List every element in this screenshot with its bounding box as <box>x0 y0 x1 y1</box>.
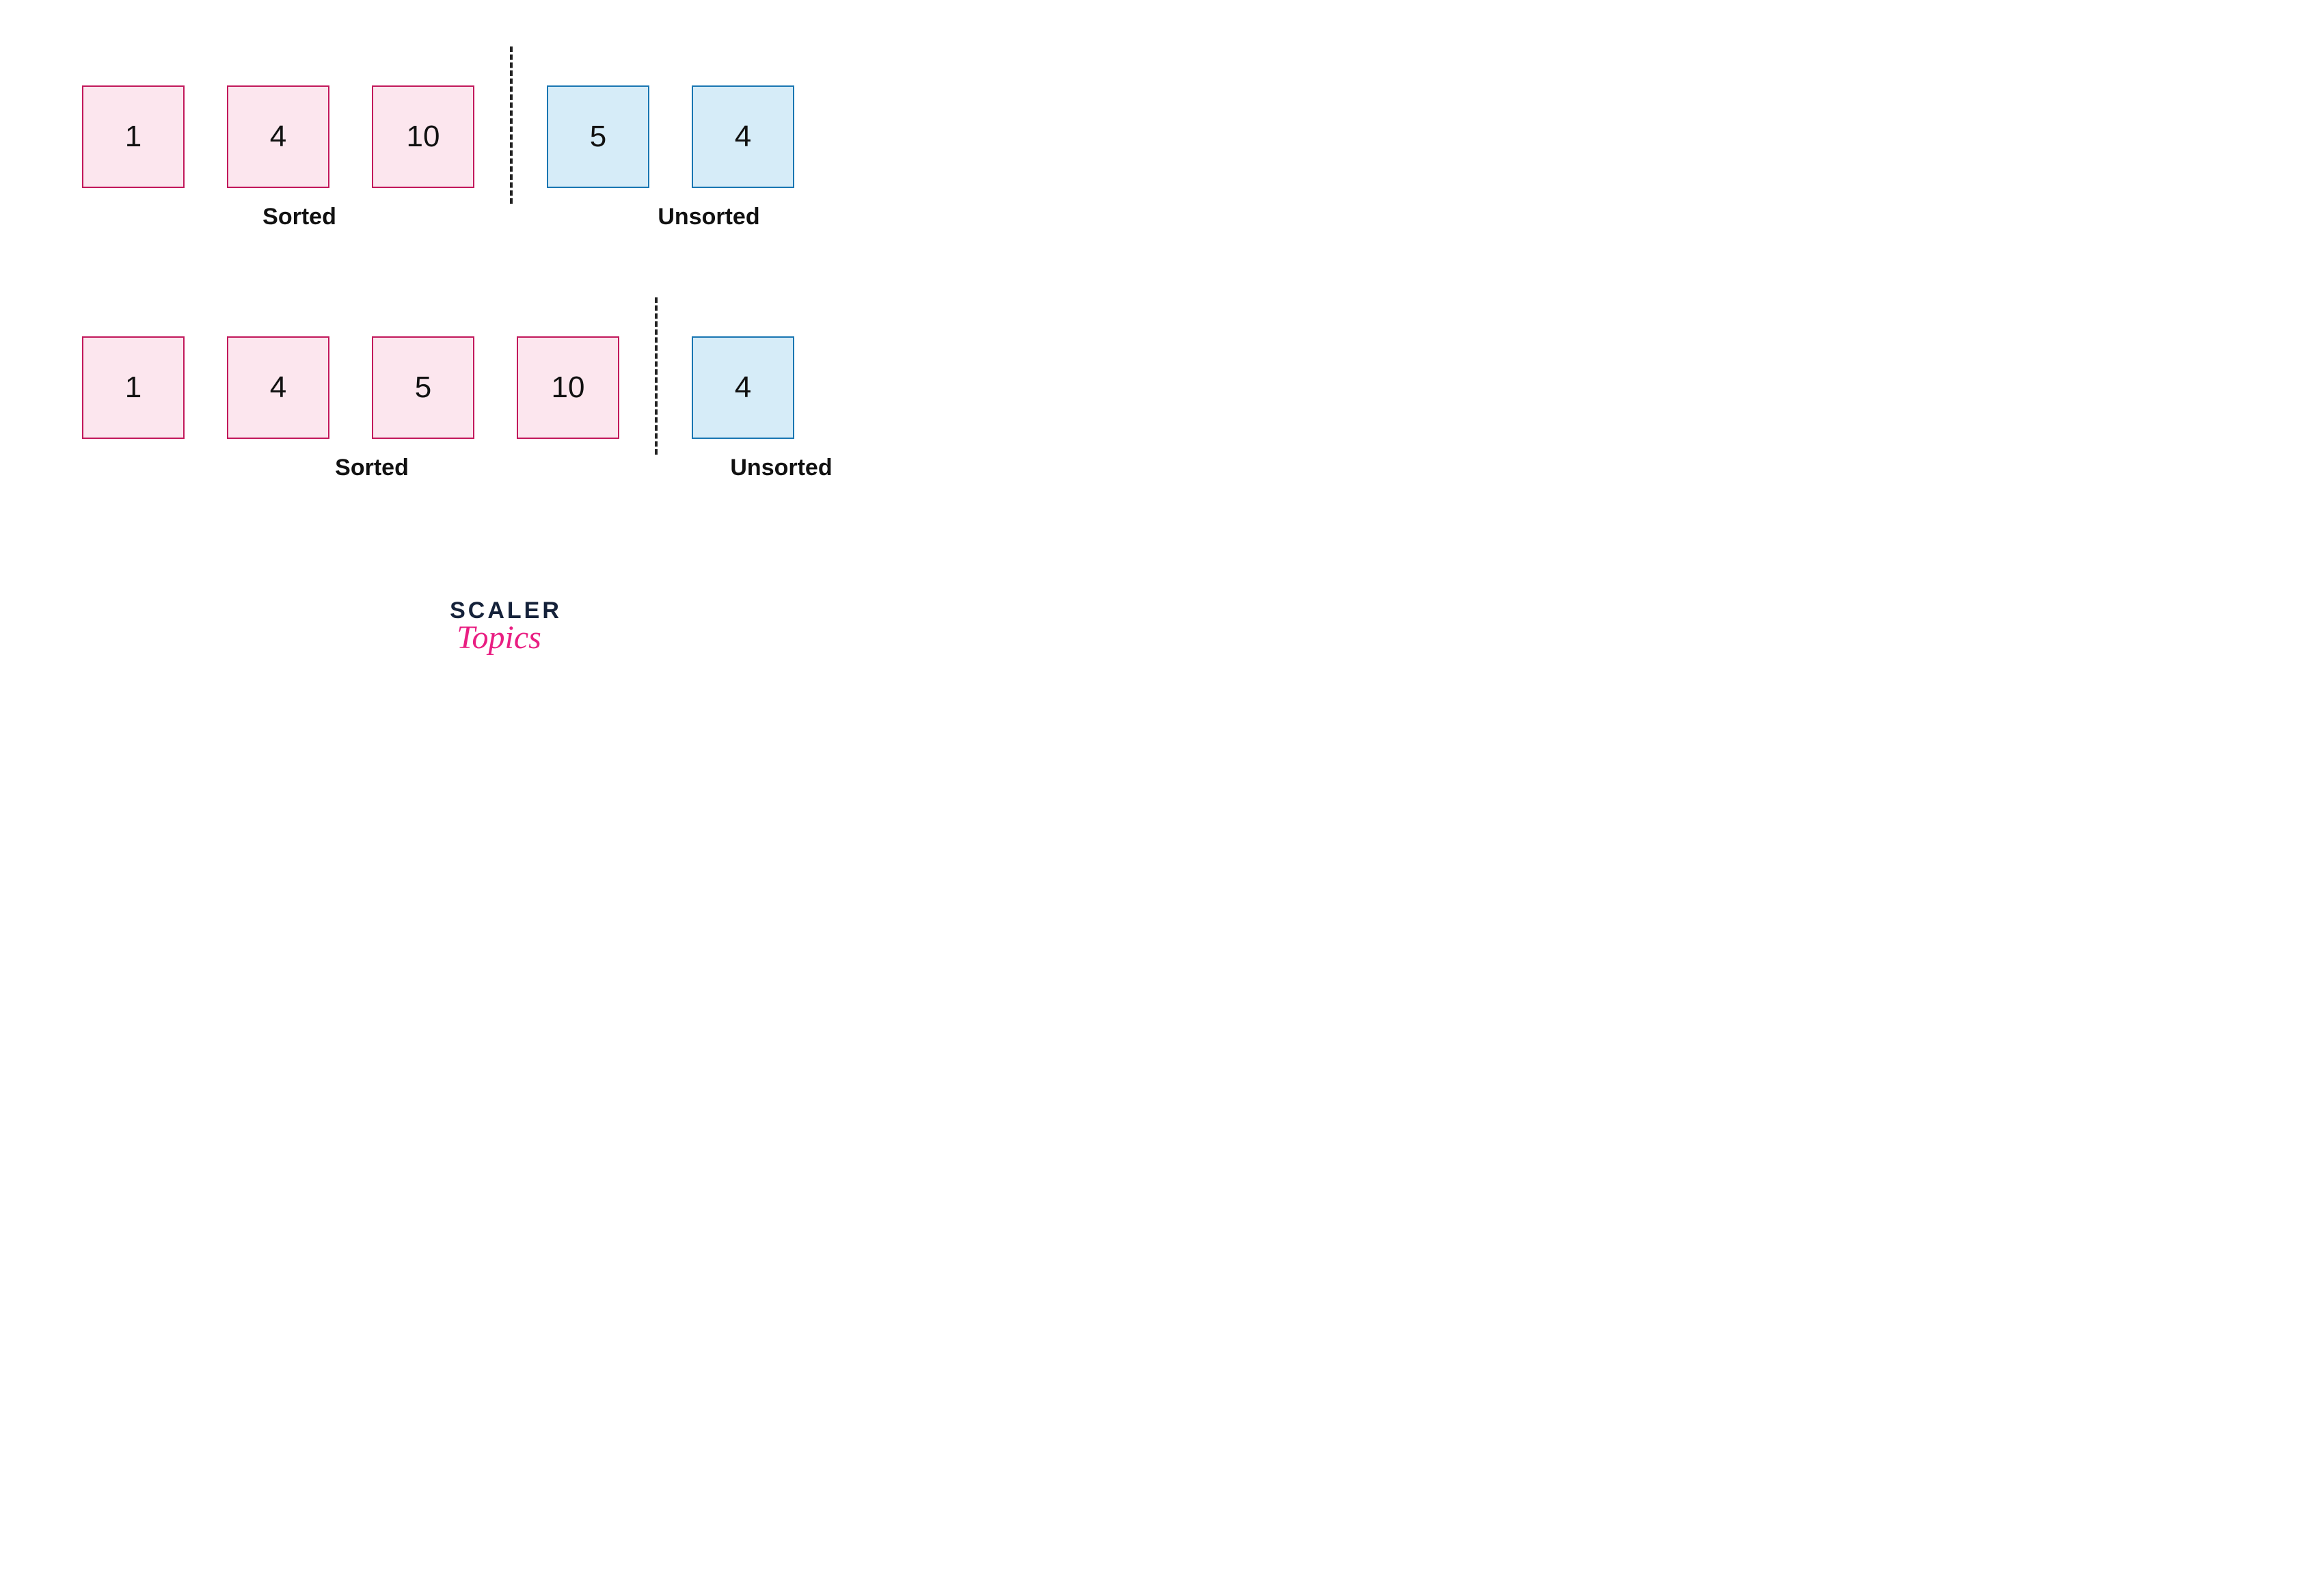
cells-container: 1 4 5 10 4 <box>82 333 930 442</box>
labels-container: Sorted Unsorted <box>82 204 930 230</box>
labels-container: Sorted Unsorted <box>82 455 930 481</box>
partition-divider <box>655 297 658 455</box>
cells-container: 1 4 10 5 4 <box>82 82 930 191</box>
unsorted-label: Unsorted <box>585 204 833 230</box>
sorted-label: Sorted <box>82 204 517 230</box>
array-cell-unsorted: 4 <box>692 336 794 439</box>
sorted-label: Sorted <box>82 455 662 481</box>
array-cell-sorted: 5 <box>372 336 474 439</box>
array-cell-sorted: 1 <box>82 85 185 188</box>
array-cell-sorted: 4 <box>227 336 329 439</box>
array-cell-sorted: 4 <box>227 85 329 188</box>
array-cell-sorted: 1 <box>82 336 185 439</box>
sorting-diagram: 1 4 10 5 4 Sorted Unsorted 1 4 5 10 4 So… <box>82 82 930 584</box>
partition-divider <box>510 46 513 204</box>
array-cell-unsorted: 4 <box>692 85 794 188</box>
diagram-row: 1 4 5 10 4 Sorted Unsorted <box>82 333 930 481</box>
array-cell-sorted: 10 <box>372 85 474 188</box>
array-cell-unsorted: 5 <box>547 85 649 188</box>
array-cell-sorted: 10 <box>517 336 619 439</box>
unsorted-label: Unsorted <box>730 455 833 481</box>
diagram-row: 1 4 10 5 4 Sorted Unsorted <box>82 82 930 230</box>
logo-text-topics: Topics <box>436 619 562 656</box>
scaler-topics-logo: SCALER Topics <box>450 598 562 656</box>
